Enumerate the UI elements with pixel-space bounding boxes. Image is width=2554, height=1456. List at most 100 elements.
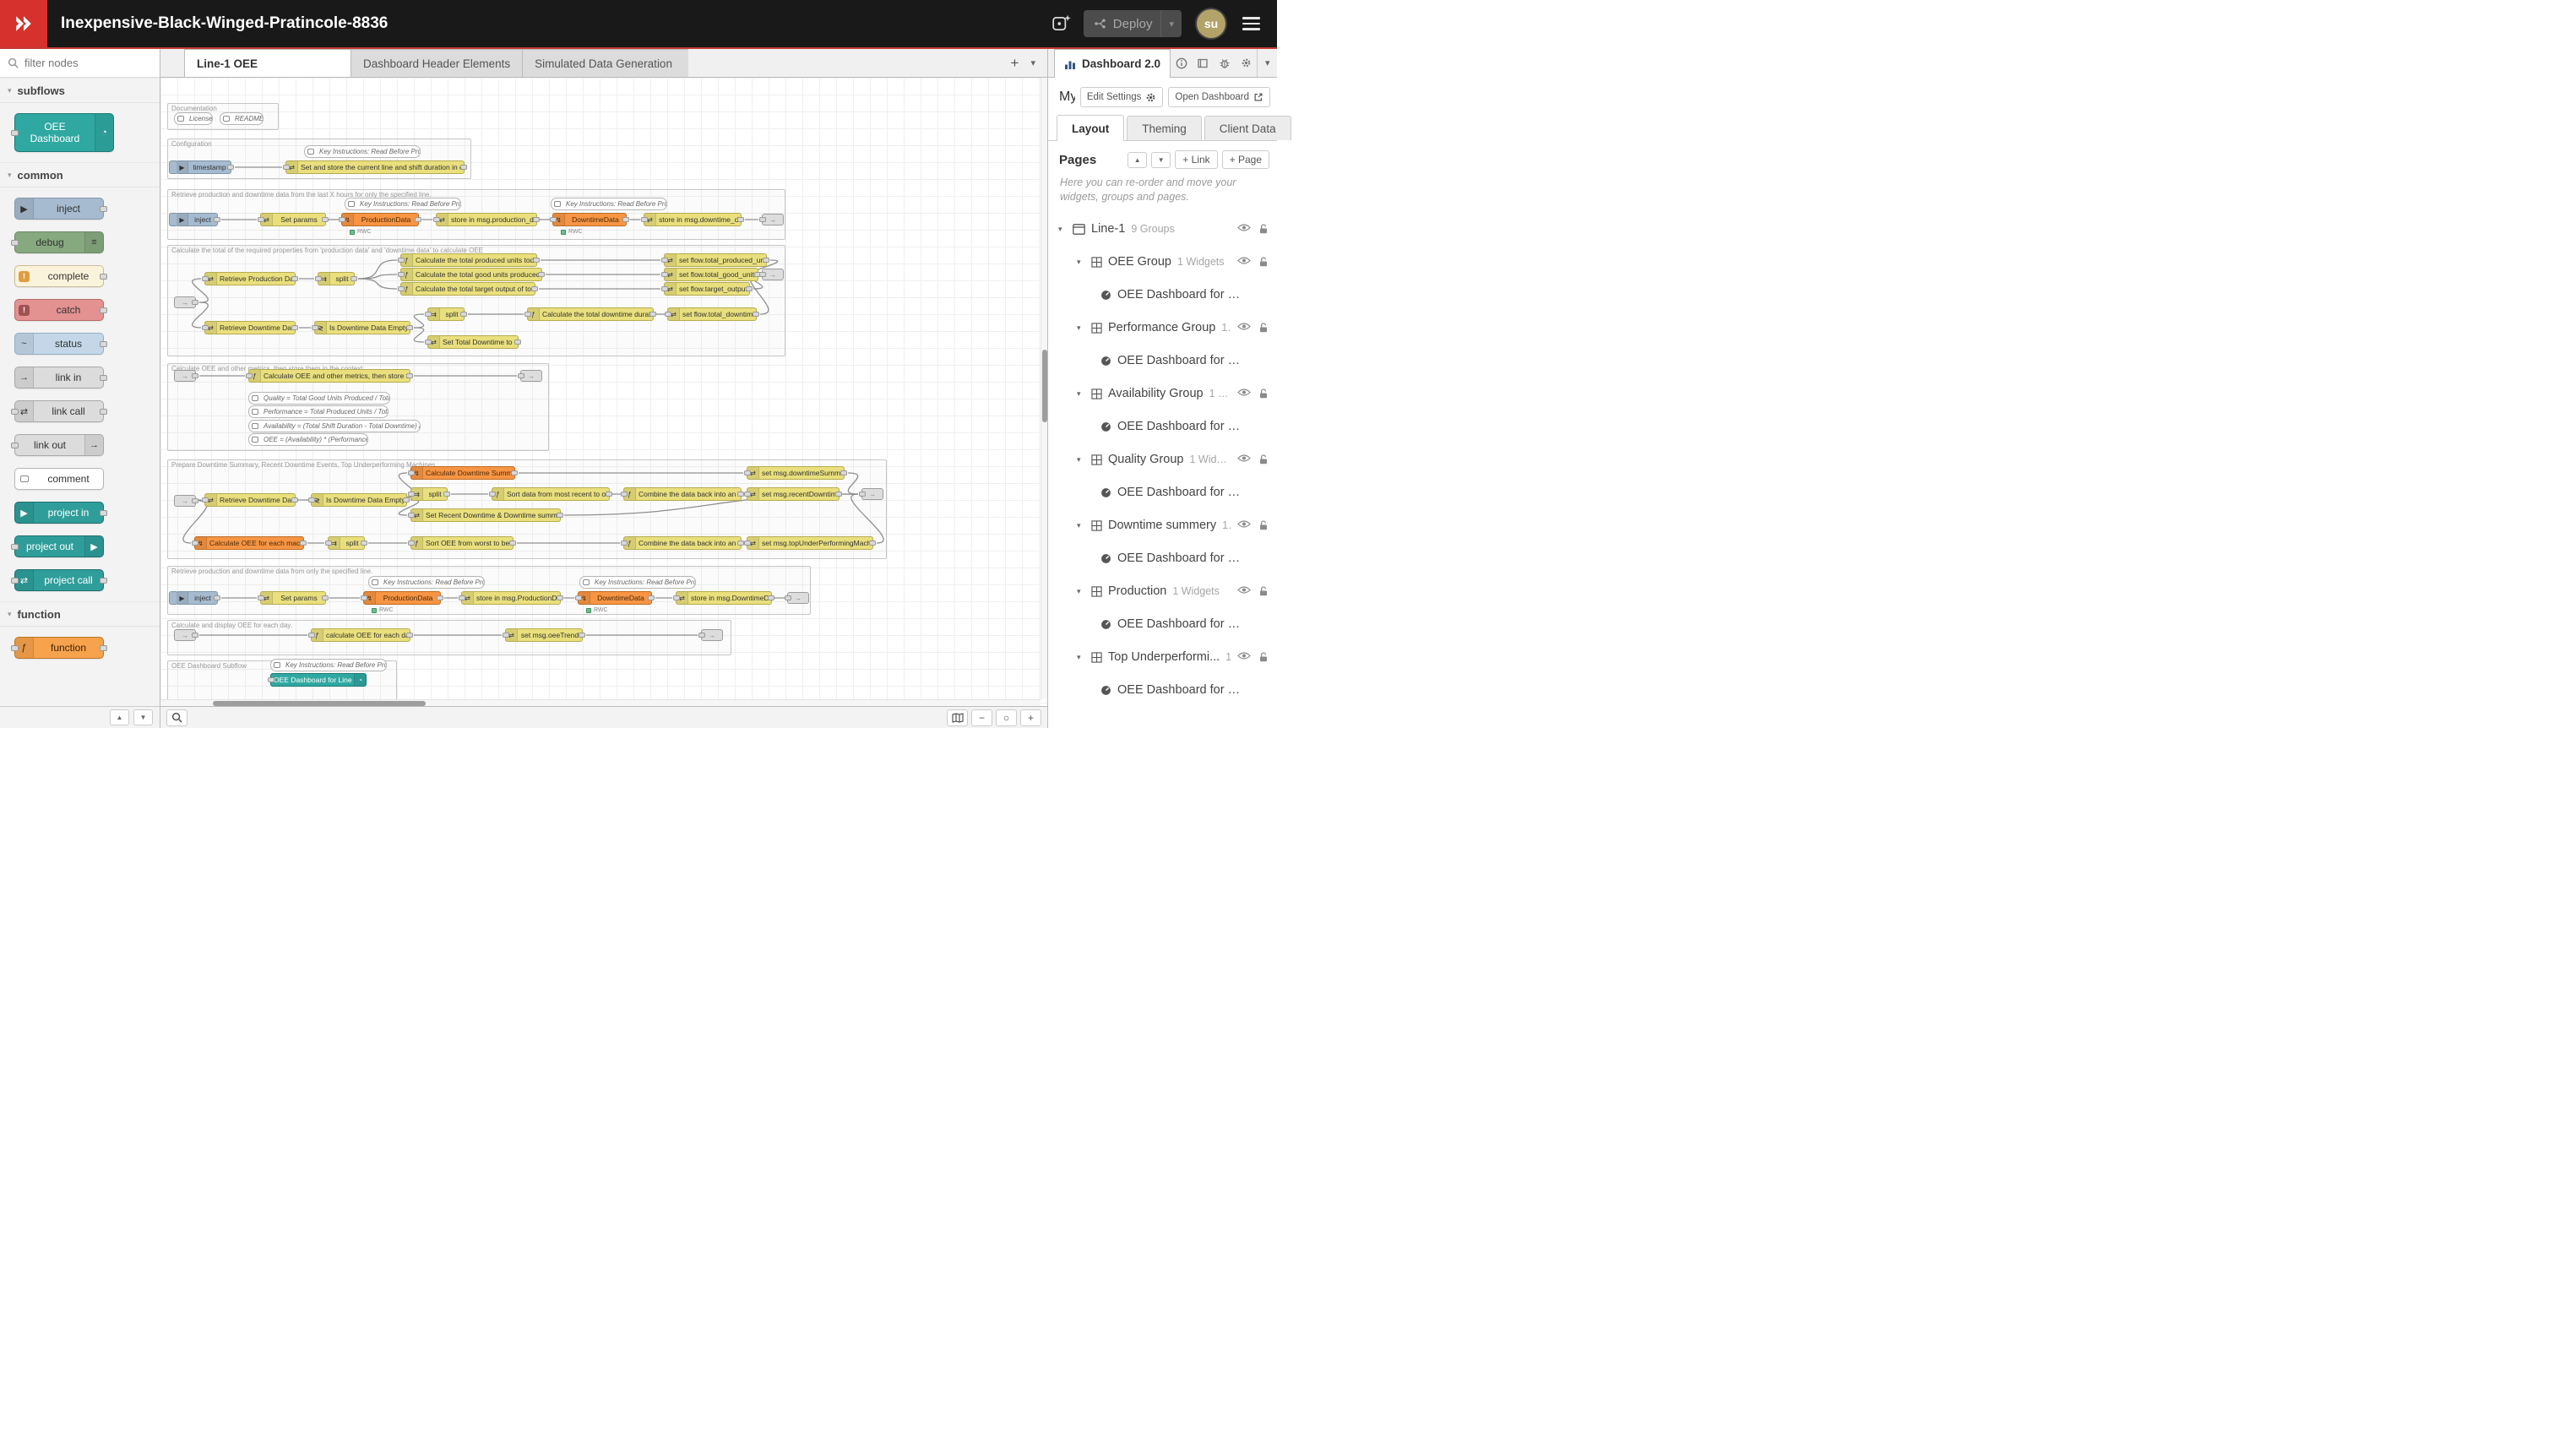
- output-port[interactable]: [763, 258, 769, 263]
- input-port[interactable]: [398, 286, 405, 291]
- workspace-tab[interactable]: Simulated Data Generation: [522, 49, 688, 77]
- palette-category-function[interactable]: ▾function: [0, 601, 160, 627]
- flow-node[interactable]: README: [220, 112, 264, 125]
- chevron-down-icon[interactable]: ▾: [1077, 653, 1085, 662]
- flow-node[interactable]: Key Instructions: Read Before Proceeding: [270, 659, 387, 671]
- flow-node[interactable]: ⇄set flow.total_downtime: [667, 307, 757, 321]
- output-port[interactable]: [557, 595, 563, 600]
- flow-node[interactable]: License: [174, 112, 213, 125]
- tree-group-row[interactable]: ▾Top Underperformi...1 Widgets: [1048, 641, 1277, 674]
- lock-icon[interactable]: [1258, 519, 1269, 531]
- flowfuse-logo-icon[interactable]: [0, 0, 47, 47]
- tree-widget-row[interactable]: OEE Dashboard for Line 1: [1048, 279, 1277, 312]
- tree-group-row[interactable]: ▾Performance Group1 Widgets: [1048, 312, 1277, 345]
- flow-node[interactable]: ⇄set msg.recentDowntime: [747, 487, 840, 501]
- input-port[interactable]: [759, 272, 766, 277]
- flow-node[interactable]: ▶inject: [176, 591, 218, 605]
- tab-info-icon[interactable]: [1171, 49, 1193, 77]
- palette-node-function[interactable]: ƒfunction: [14, 637, 104, 659]
- input-port[interactable]: [744, 541, 751, 546]
- input-port[interactable]: [398, 258, 405, 263]
- input-port[interactable]: [661, 286, 668, 291]
- palette-node-project-call[interactable]: ⇄project call: [14, 569, 104, 591]
- input-port[interactable]: [661, 258, 668, 263]
- output-port[interactable]: [291, 325, 298, 330]
- input-port[interactable]: [744, 492, 751, 497]
- output-port[interactable]: [100, 274, 107, 280]
- flow-node[interactable]: ⇄Retrieve Downtime Data: [204, 321, 296, 334]
- palette-search[interactable]: [0, 49, 160, 78]
- flow-node[interactable]: ƒCombine the data back into an array.: [623, 536, 742, 550]
- tree-widget-row[interactable]: OEE Dashboard for Line 1: [1048, 345, 1277, 378]
- palette-node-project-in[interactable]: ▶project in: [14, 502, 104, 524]
- palette-node-link-out[interactable]: link out→: [14, 434, 104, 456]
- flow-node[interactable]: ↯ProductionData: [341, 213, 419, 226]
- flow-node[interactable]: ⇄Set and store the current line and shif…: [285, 160, 465, 174]
- flow-node[interactable]: ƒCalculate the total produced units toda…: [400, 253, 537, 267]
- palette-scroll[interactable]: ▾subflowsOEE Dashboard◔▾common▶injectdeb…: [0, 78, 160, 706]
- lock-icon[interactable]: [1258, 322, 1269, 334]
- output-port[interactable]: [100, 510, 107, 516]
- chevron-down-icon[interactable]: ▾: [1077, 389, 1085, 399]
- palette-node-OEE-Dashboard[interactable]: OEE Dashboard◔: [14, 113, 114, 152]
- flow-node[interactable]: ▶inject: [176, 213, 218, 226]
- input-port[interactable]: [641, 217, 648, 222]
- palette-node-debug[interactable]: debug≡: [14, 231, 104, 253]
- input-port[interactable]: [11, 578, 19, 584]
- input-port[interactable]: [11, 544, 19, 550]
- input-port[interactable]: [315, 276, 322, 281]
- deploy-button[interactable]: Deploy ▾: [1084, 10, 1182, 37]
- palette-node-comment[interactable]: comment: [14, 468, 104, 490]
- output-port[interactable]: [406, 325, 413, 330]
- input-port[interactable]: [268, 677, 274, 682]
- output-port[interactable]: [840, 470, 847, 475]
- flow-node[interactable]: ⇄Retrieve Downtime Data: [204, 493, 296, 507]
- flow-node[interactable]: ƒCalculate the total target output of to…: [400, 282, 535, 296]
- flow-node[interactable]: ⇄store in msg.ProductionData: [461, 591, 561, 605]
- output-port[interactable]: [648, 595, 655, 600]
- output-port[interactable]: [511, 470, 518, 475]
- input-port[interactable]: [489, 492, 496, 497]
- flow-node[interactable]: ⇄set flow.target_output: [664, 282, 750, 296]
- flow-node[interactable]: ⇄set msg.downtimeSummary: [747, 466, 845, 480]
- flow-node[interactable]: ↯Calculate OEE for each machine: [194, 536, 304, 550]
- palette-node-project-out[interactable]: project out▶: [14, 535, 104, 557]
- flow-node[interactable]: Key Instructions: Read Before Proceeding: [368, 576, 485, 589]
- inject-trigger-button[interactable]: [169, 160, 177, 174]
- flow-node[interactable]: ⇄Set params: [260, 591, 326, 605]
- output-port[interactable]: [192, 498, 198, 503]
- output-port[interactable]: [403, 497, 410, 503]
- input-port[interactable]: [258, 595, 264, 600]
- lock-icon[interactable]: [1258, 651, 1269, 663]
- open-dashboard-button[interactable]: Open Dashboard: [1168, 87, 1270, 107]
- input-port[interactable]: [408, 541, 415, 546]
- input-port[interactable]: [308, 497, 315, 503]
- flow-node[interactable]: →: [787, 592, 809, 604]
- output-port[interactable]: [192, 373, 198, 378]
- flow-node[interactable]: ⇄Set Recent Downtime & Downtime summary …: [410, 508, 561, 522]
- palette-node-status[interactable]: ~status: [14, 333, 104, 355]
- visibility-eye-icon[interactable]: [1237, 223, 1251, 235]
- input-port[interactable]: [325, 541, 332, 546]
- input-port[interactable]: [308, 633, 315, 638]
- input-port[interactable]: [312, 325, 318, 330]
- palette-search-input[interactable]: [24, 57, 152, 69]
- zoom-out-button[interactable]: −: [971, 709, 992, 726]
- output-port[interactable]: [622, 217, 629, 222]
- input-port[interactable]: [621, 541, 628, 546]
- flow-node[interactable]: ƒCalculate the total downtime duration: [527, 307, 654, 321]
- output-port[interactable]: [300, 541, 307, 546]
- input-port[interactable]: [202, 276, 209, 281]
- flow-group[interactable]: Retrieve production and downtime data fr…: [167, 566, 811, 615]
- output-port[interactable]: [460, 312, 467, 317]
- inject-trigger-button[interactable]: [169, 591, 177, 605]
- assistant-icon[interactable]: [1051, 14, 1072, 34]
- flow-node[interactable]: ⇄set msg.oeeTrend: [505, 628, 583, 642]
- output-port[interactable]: [100, 206, 107, 212]
- flow-node[interactable]: ↯DowntimeData: [578, 591, 652, 605]
- flow-node[interactable]: ƒSort data from most recent to oldest: [492, 487, 610, 501]
- input-port[interactable]: [192, 541, 198, 546]
- palette-node-catch[interactable]: !catch: [14, 299, 104, 321]
- input-port[interactable]: [661, 272, 668, 277]
- dashboard-tab-theming[interactable]: Theming: [1127, 116, 1202, 140]
